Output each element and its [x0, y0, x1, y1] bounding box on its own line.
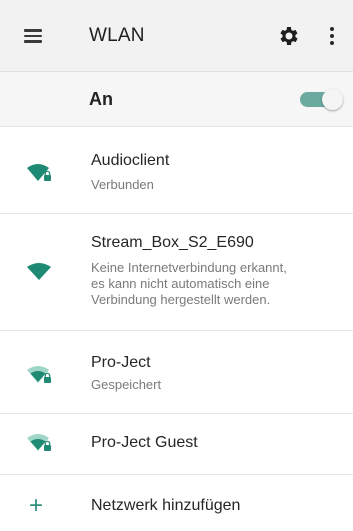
wifi-locked-icon	[27, 164, 51, 181]
network-item-pro-ject[interactable]: Pro-Ject Gespeichert	[0, 332, 353, 414]
network-item-pro-ject-guest[interactable]: Pro-Ject Guest	[0, 415, 353, 475]
network-item-audioclient[interactable]: Audioclient Verbunden	[0, 128, 353, 214]
wifi-locked-icon	[27, 434, 51, 451]
toggle-thumb	[322, 89, 343, 110]
wifi-full-icon	[27, 263, 51, 280]
gear-icon[interactable]	[277, 24, 301, 48]
hamburger-menu-icon[interactable]	[22, 26, 44, 44]
plus-icon: +	[29, 492, 44, 519]
page-title: WLAN	[89, 25, 145, 46]
network-item-stream-box[interactable]: Stream_Box_S2_E690 Keine Internetverbind…	[0, 215, 353, 331]
wifi-locked-icon	[27, 366, 51, 383]
wlan-toggle[interactable]	[298, 88, 344, 110]
network-status: Verbunden	[91, 177, 154, 192]
add-network-button[interactable]: + Netzwerk hinzufügen	[0, 481, 353, 531]
network-name: Audioclient	[91, 152, 170, 169]
wlan-master-switch-row[interactable]: An	[0, 72, 353, 127]
add-network-label: Netzwerk hinzufügen	[91, 497, 241, 514]
app-bar: WLAN	[0, 0, 353, 72]
master-switch-label: An	[89, 89, 113, 109]
network-name: Stream_Box_S2_E690	[91, 234, 254, 251]
network-status: Gespeichert	[91, 377, 162, 392]
network-name: Pro-Ject Guest	[91, 434, 198, 451]
more-vert-icon[interactable]	[327, 25, 337, 47]
network-status-line-2: es kann nicht automatisch eine	[91, 276, 270, 291]
network-status-line-1: Keine Internetverbindung erkannt,	[91, 260, 287, 275]
network-status-line-3: Verbindung hergestellt werden.	[91, 292, 271, 307]
network-name: Pro-Ject	[91, 354, 151, 371]
